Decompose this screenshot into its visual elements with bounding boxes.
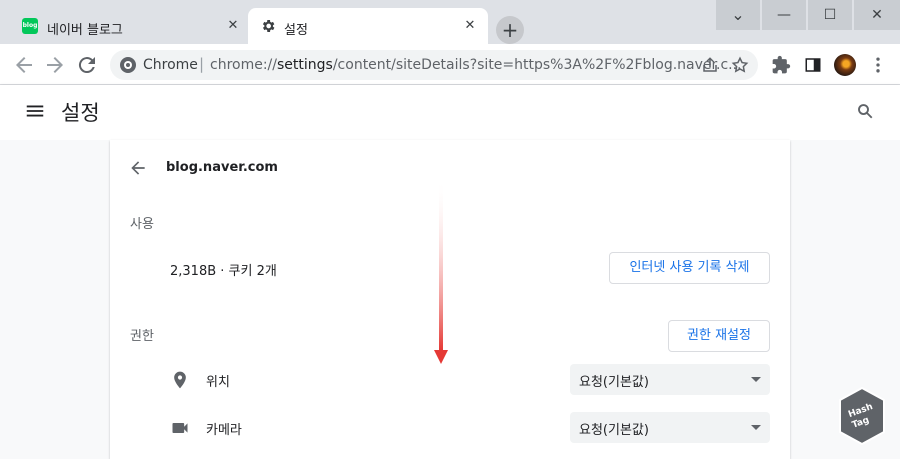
camera-permission-select[interactable]: 요청(기본값) bbox=[570, 412, 770, 443]
close-icon[interactable]: ✕ bbox=[225, 18, 241, 34]
page-title: 설정 bbox=[61, 101, 100, 125]
back-arrow-icon[interactable] bbox=[128, 158, 148, 178]
permission-label-location: 위치 bbox=[206, 375, 230, 390]
usage-section-label: 사용 bbox=[130, 217, 154, 232]
search-icon[interactable] bbox=[856, 102, 876, 122]
select-value: 요청(기본값) bbox=[579, 423, 649, 438]
url-path: /content/siteDetails?site=https%3A%2F%2F… bbox=[332, 57, 742, 73]
profile-avatar[interactable] bbox=[834, 54, 856, 76]
tab-title: 설정 bbox=[284, 23, 308, 38]
hamburger-menu-icon[interactable] bbox=[24, 100, 46, 122]
tab-search-chevron-icon[interactable]: ⌄ bbox=[716, 0, 760, 30]
window-close-button[interactable]: ✕ bbox=[854, 0, 900, 30]
url-host: settings bbox=[277, 57, 333, 73]
settings-header bbox=[0, 85, 900, 140]
naver-blog-favicon: blog bbox=[22, 18, 38, 34]
chrome-logo-icon bbox=[120, 57, 136, 73]
share-icon[interactable] bbox=[698, 53, 722, 77]
more-menu-icon[interactable] bbox=[866, 53, 890, 77]
forward-icon[interactable] bbox=[43, 53, 67, 77]
site-chip-label: Chrome bbox=[143, 57, 198, 73]
select-value: 요청(기본값) bbox=[579, 375, 649, 390]
url-separator: | bbox=[199, 55, 205, 73]
extensions-puzzle-icon[interactable] bbox=[769, 53, 793, 77]
bookmark-star-icon[interactable] bbox=[728, 53, 752, 77]
url-scheme: chrome:// bbox=[210, 57, 277, 73]
gear-icon bbox=[260, 18, 276, 34]
back-icon[interactable] bbox=[12, 53, 36, 77]
new-tab-button[interactable]: + bbox=[496, 16, 524, 44]
permission-label-camera: 카메라 bbox=[206, 423, 242, 438]
url-text: chrome://settings/content/siteDetails?si… bbox=[210, 57, 742, 73]
dropdown-caret-icon bbox=[751, 377, 761, 382]
site-title: blog.naver.com bbox=[166, 160, 278, 175]
hashtag-watermark-logo: Hash Tag bbox=[838, 386, 886, 446]
camera-icon bbox=[170, 418, 190, 438]
reload-icon[interactable] bbox=[75, 53, 99, 77]
reset-permissions-button[interactable]: 권한 재설정 bbox=[668, 320, 770, 352]
close-icon[interactable]: ✕ bbox=[462, 18, 478, 34]
maximize-button[interactable]: ☐ bbox=[808, 0, 852, 30]
permissions-section-label: 권한 bbox=[130, 329, 154, 344]
dropdown-caret-icon bbox=[751, 425, 761, 430]
scroll-down-arrow-annotation bbox=[434, 178, 448, 364]
address-bar[interactable]: Chrome | chrome://settings/content/siteD… bbox=[110, 50, 758, 80]
tab-naver-blog[interactable]: blog 네이버 블로그 ✕ bbox=[9, 8, 247, 44]
tab-title: 네이버 블로그 bbox=[47, 23, 123, 38]
tab-settings[interactable]: 설정 ✕ bbox=[248, 8, 488, 44]
location-permission-select[interactable]: 요청(기본값) bbox=[570, 364, 770, 395]
clear-browsing-data-button[interactable]: 인터넷 사용 기록 삭제 bbox=[609, 252, 770, 284]
location-icon bbox=[170, 370, 190, 390]
side-panel-icon[interactable] bbox=[801, 53, 825, 77]
usage-summary: 2,318B · 쿠키 2개 bbox=[170, 264, 277, 279]
minimize-button[interactable]: — bbox=[762, 0, 806, 30]
